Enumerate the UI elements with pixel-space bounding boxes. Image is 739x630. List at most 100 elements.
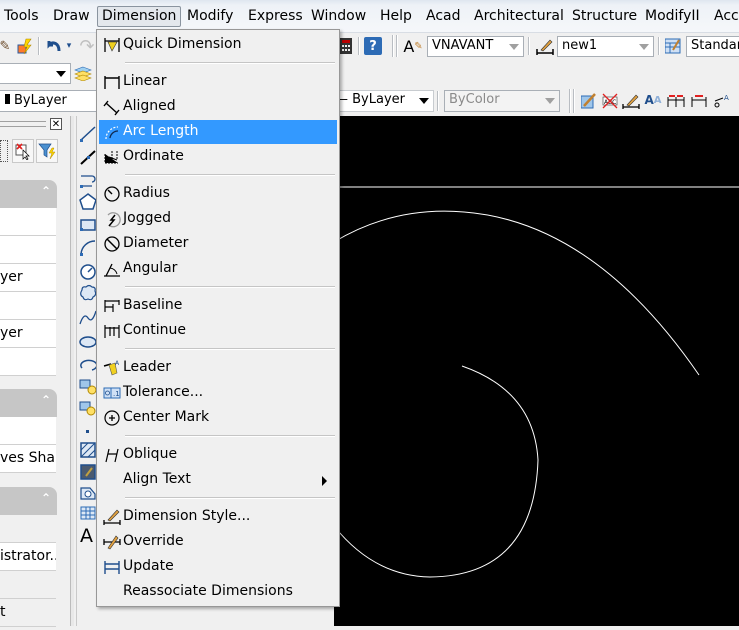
text-align-icon[interactable]: AA — [644, 91, 661, 109]
menu-modify[interactable]: Modify — [187, 8, 233, 24]
dim-style-update-icon[interactable] — [622, 92, 640, 110]
help-icon[interactable]: ? — [364, 37, 382, 55]
dim-break-icon[interactable] — [690, 92, 708, 110]
menu-item-angular[interactable]: Angular — [99, 257, 337, 281]
menu-help[interactable]: Help — [380, 8, 412, 24]
collapse-icon[interactable]: ⌃ — [41, 491, 51, 505]
menu-label: Reassociate Dimensions — [123, 583, 293, 599]
menu-express[interactable]: Express — [248, 8, 303, 24]
svg-text:A: A — [724, 94, 729, 102]
menu-item-continue[interactable]: Continue — [99, 319, 337, 343]
section-header-general[interactable]: ⌃ — [0, 180, 57, 208]
close-icon[interactable]: ✕ — [50, 118, 62, 130]
property-row[interactable] — [0, 348, 56, 376]
menu-item-radius[interactable]: Radius — [99, 182, 337, 206]
toolbar-grip[interactable] — [573, 89, 575, 113]
menu-label: Oblique — [123, 446, 178, 462]
property-row[interactable] — [0, 417, 56, 445]
calculator-icon[interactable] — [340, 37, 352, 55]
menu-acc[interactable]: Acc — [714, 8, 739, 24]
menu-label: Override — [123, 533, 184, 549]
property-row[interactable] — [0, 208, 56, 236]
menu-item-diameter[interactable]: Diameter — [99, 232, 337, 256]
menu-structure[interactable]: Structure — [572, 8, 637, 24]
quick-select-icon[interactable] — [36, 139, 58, 163]
menu-item-tolerance[interactable]: .1 Tolerance... — [99, 381, 337, 405]
toolbar-grip[interactable] — [569, 89, 571, 113]
toolbar-separator — [658, 37, 660, 55]
undo-dropdown-icon[interactable]: ▾ — [65, 37, 73, 55]
palette-splitter[interactable] — [70, 116, 74, 626]
dim-space-icon[interactable] — [666, 92, 686, 110]
menu-draw[interactable]: Draw — [53, 8, 90, 24]
collapse-icon[interactable]: ⌃ — [41, 184, 51, 198]
property-row[interactable] — [0, 236, 56, 264]
menu-item-align-text[interactable]: Align Text — [99, 468, 337, 492]
property-row[interactable] — [0, 571, 56, 599]
overflow-icon[interactable] — [732, 92, 739, 110]
menu-item-leader[interactable]: A Leader — [99, 356, 337, 380]
layer-previous-icon[interactable] — [73, 64, 93, 82]
section-header-3d-visualization[interactable]: ⌃ — [0, 389, 57, 417]
menu-item-arc-length[interactable]: Arc Length — [99, 120, 337, 144]
property-row[interactable]: yer — [0, 264, 56, 292]
toolbar-grip[interactable] — [396, 35, 398, 57]
text-style-icon[interactable]: A ✎ — [403, 37, 423, 56]
menu-item-center-mark[interactable]: Center Mark — [99, 406, 337, 430]
collapse-icon[interactable]: ⌃ — [41, 393, 51, 407]
menu-dimension[interactable]: Dimension — [97, 6, 182, 27]
section-header-plot-style[interactable]: ⌃ — [0, 487, 57, 515]
table-style-icon[interactable] — [664, 37, 682, 55]
pickadd-toggle-icon[interactable] — [12, 139, 34, 163]
drawing-canvas[interactable] — [333, 116, 739, 626]
dimension-style-icon[interactable] — [535, 37, 555, 55]
dim-style-combo[interactable]: new1 — [557, 36, 654, 57]
property-row[interactable]: t — [0, 599, 56, 627]
property-row[interactable] — [0, 515, 56, 543]
menu-label: Continue — [123, 322, 186, 338]
circle-icon — [80, 264, 96, 280]
menu-item-ordinate[interactable]: Ordinate — [99, 145, 337, 169]
menu-item-linear[interactable]: Linear — [99, 70, 337, 94]
menu-architectural[interactable]: Architectural — [474, 8, 564, 24]
menu-item-override[interactable]: Override — [99, 530, 337, 554]
menu-acad[interactable]: Acad — [426, 8, 461, 24]
jogged-icon — [107, 212, 121, 228]
dim-edit-icon[interactable] — [580, 92, 598, 110]
layer-combo[interactable] — [0, 63, 71, 84]
menu-item-aligned[interactable]: Aligned — [99, 95, 337, 119]
menu-item-jogged[interactable]: Jogged — [99, 207, 337, 231]
menu-item-reassociate-dimensions[interactable]: Reassociate Dimensions — [99, 580, 337, 604]
menu-tools[interactable]: Tools — [4, 8, 39, 24]
menu-modifyii[interactable]: ModifyII — [645, 8, 700, 24]
palette-title-bar[interactable] — [0, 121, 46, 127]
dim-text-edit-icon[interactable]: ABC — [601, 92, 619, 110]
property-value: t — [0, 604, 6, 620]
property-row[interactable]: yer — [0, 320, 56, 348]
table-style-combo[interactable]: Standard — [686, 36, 739, 57]
toolbar-separator — [38, 37, 40, 55]
menu-item-baseline[interactable]: Baseline — [99, 294, 337, 318]
menu-item-dimension-style[interactable]: Dimension Style... — [99, 505, 337, 529]
plot-style-combo[interactable]: ByColor — [444, 90, 560, 112]
pencil-icon[interactable]: ✎ — [0, 37, 10, 55]
menu-item-oblique[interactable]: Oblique — [99, 443, 337, 467]
menu-label: Ordinate — [123, 148, 184, 164]
select-objects-icon[interactable] — [0, 140, 8, 162]
property-row[interactable]: istrator... — [0, 543, 56, 571]
menu-item-update[interactable]: Update — [99, 555, 337, 579]
undo-icon[interactable] — [44, 36, 64, 56]
toolbar-grip[interactable] — [392, 35, 394, 57]
lineweight-combo[interactable]: — ByLayer — [330, 90, 434, 112]
match-properties-icon[interactable] — [15, 36, 35, 56]
property-row[interactable] — [0, 292, 56, 320]
menu-window[interactable]: Window — [311, 8, 366, 24]
color-combo[interactable]: ByLayer — [0, 90, 98, 112]
multileader-icon[interactable]: A — [712, 92, 730, 110]
radius-icon — [104, 186, 120, 202]
property-row[interactable]: ves Sha... — [0, 445, 56, 473]
redo-icon[interactable]: ↷ — [78, 36, 96, 57]
menu-item-quick-dimension[interactable]: Quick Dimension — [99, 33, 337, 57]
text-style-combo[interactable]: VNAVANT — [427, 36, 524, 57]
point-icon — [86, 430, 89, 433]
